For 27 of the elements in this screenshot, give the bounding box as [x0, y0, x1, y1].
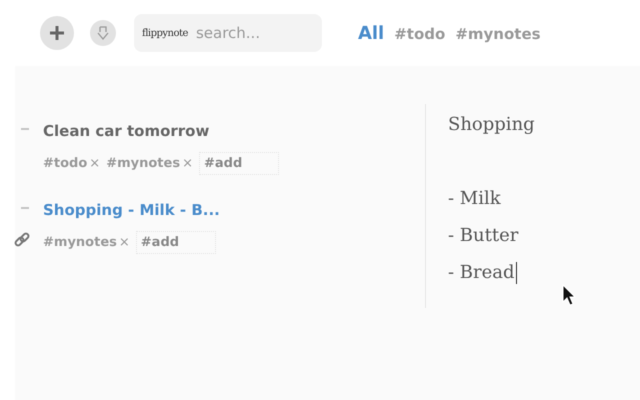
- search-field[interactable]: search...: [196, 14, 322, 52]
- link-icon[interactable]: [13, 231, 31, 249]
- filter-tab[interactable]: #todo: [394, 24, 446, 42]
- remove-tag-button[interactable]: ×: [118, 235, 130, 250]
- note-title[interactable]: Shopping - Milk - B...: [43, 201, 425, 219]
- add-tag-field[interactable]: #add: [136, 231, 216, 254]
- add-note-button[interactable]: [40, 16, 74, 50]
- remove-tag-button[interactable]: ×: [182, 156, 193, 171]
- list-item: - Milk: [448, 188, 501, 209]
- note-title[interactable]: Clean car tomorrow: [43, 122, 425, 140]
- filter-tab[interactable]: All: [358, 22, 384, 44]
- tag-label: #mynotes: [106, 156, 180, 171]
- mouse-pointer-icon: [562, 284, 576, 306]
- download-icon: [97, 26, 109, 40]
- note-editor[interactable]: Shopping - Milk - Butter - Bread: [425, 104, 640, 308]
- note-title: Shopping: [448, 114, 536, 137]
- download-button[interactable]: [90, 20, 116, 46]
- filter-tab[interactable]: #mynotes: [455, 24, 541, 42]
- add-tag-field[interactable]: #add: [198, 152, 279, 175]
- text-cursor: [516, 262, 517, 284]
- plus-icon: [49, 25, 65, 41]
- remove-tag-button[interactable]: ×: [89, 156, 100, 171]
- list-item: - Butter: [448, 225, 518, 246]
- tag-label: #todo: [43, 156, 88, 171]
- tag-label: #mynotes: [43, 235, 117, 250]
- list-item: - Bread: [448, 262, 515, 283]
- logo: flippynote: [134, 14, 196, 52]
